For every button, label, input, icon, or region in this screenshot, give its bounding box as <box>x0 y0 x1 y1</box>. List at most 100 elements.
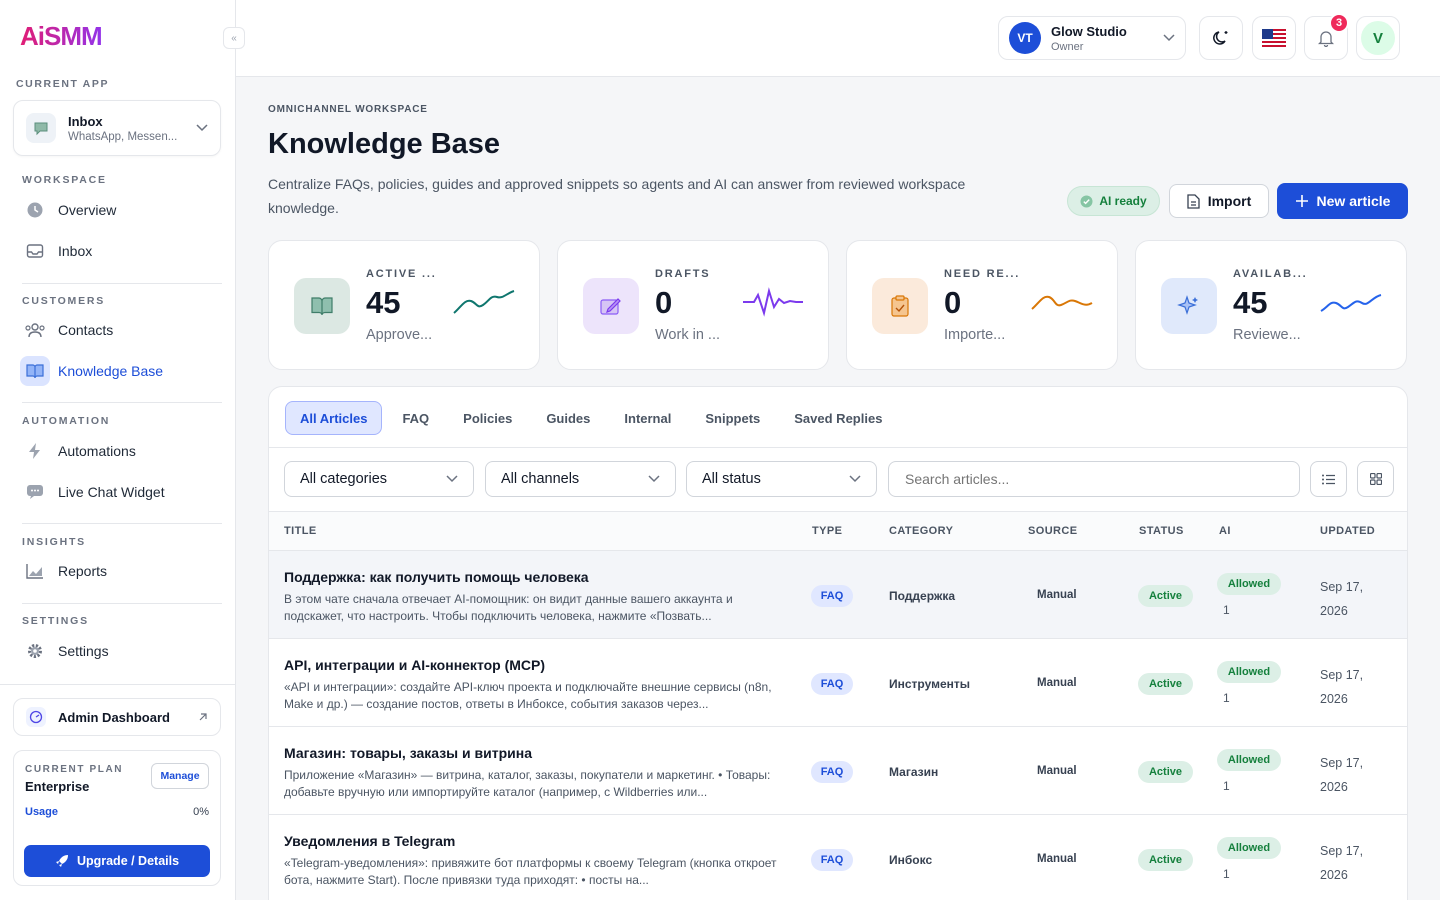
ai-count: 1 <box>1223 603 1230 617</box>
admin-dashboard-link[interactable]: Admin Dashboard <box>13 698 221 736</box>
notifications-button[interactable]: 3 <box>1304 13 1349 60</box>
sparkline <box>1031 295 1093 310</box>
article-category: Магазин <box>889 765 939 779</box>
users-icon <box>20 315 50 345</box>
ai-count: 1 <box>1223 867 1230 881</box>
rocket-icon <box>55 854 69 868</box>
divider <box>22 402 222 403</box>
divider <box>269 447 1407 448</box>
tab-policies[interactable]: Policies <box>449 401 526 435</box>
column-header-category[interactable]: CATEGORY <box>889 525 953 537</box>
divider <box>22 283 222 284</box>
plan-label: CURRENT PLAN <box>25 764 124 775</box>
sidebar-item-live-chat-widget[interactable]: Live Chat Widget <box>20 476 220 508</box>
status-filter-value: All status <box>702 471 761 487</box>
section-settings-label: SETTINGS <box>22 615 89 627</box>
ai-badge: Allowed <box>1217 837 1281 859</box>
tab-all-articles[interactable]: All Articles <box>285 401 383 435</box>
list-view-button[interactable] <box>1310 461 1347 497</box>
sidebar-item-label: Settings <box>58 643 109 659</box>
table-row[interactable]: Уведомления в Telegram «Telegram-уведомл… <box>269 815 1407 900</box>
article-title[interactable]: Магазин: товары, заказы и витрина <box>284 745 532 761</box>
column-header-title[interactable]: TITLE <box>284 525 317 537</box>
sidebar-item-contacts[interactable]: Contacts <box>20 314 220 346</box>
page-description: Centralize FAQs, policies, guides and ap… <box>268 176 966 216</box>
column-header-ai[interactable]: AI <box>1219 525 1231 537</box>
ai-ready-label: AI ready <box>1099 194 1147 208</box>
upgrade-button[interactable]: Upgrade / Details <box>24 845 210 877</box>
language-button[interactable] <box>1252 16 1296 60</box>
table-row[interactable]: API, интеграции и AI-коннектор (MCP) «AP… <box>269 639 1407 727</box>
table-header: TITLE TYPE CATEGORY SOURCE STATUS AI UPD… <box>269 511 1407 551</box>
tab-internal[interactable]: Internal <box>610 401 685 435</box>
stat-label: ACTIVE ... <box>366 268 437 280</box>
search-input[interactable] <box>888 461 1300 497</box>
sidebar-item-overview[interactable]: Overview <box>20 194 220 226</box>
sidebar-item-label: Reports <box>58 563 108 579</box>
theme-toggle-button[interactable] <box>1199 16 1243 60</box>
sidebar-item-knowledge-base[interactable]: Knowledge Base <box>20 355 220 387</box>
file-icon <box>1187 193 1200 209</box>
stat-label: AVAILAB... <box>1233 268 1308 280</box>
ai-ready-badge: AI ready <box>1067 186 1160 216</box>
table-row[interactable]: Магазин: товары, заказы и витрина Прилож… <box>269 727 1407 815</box>
brand-logo[interactable]: AiSMM <box>20 20 103 52</box>
article-title[interactable]: API, интеграции и AI-коннектор (MCP) <box>284 657 545 673</box>
status-badge: Active <box>1138 761 1193 783</box>
column-header-updated[interactable]: UPDATED <box>1320 525 1375 537</box>
tab-snippets[interactable]: Snippets <box>691 401 774 435</box>
table-row[interactable]: Поддержка: как получить помощь человека … <box>269 551 1407 639</box>
article-title[interactable]: Уведомления в Telegram <box>284 833 455 849</box>
sparkline <box>453 290 515 314</box>
article-updated: Sep 17, 2026 <box>1320 756 1364 794</box>
tab-saved-replies[interactable]: Saved Replies <box>780 401 896 435</box>
tab-faq[interactable]: FAQ <box>388 401 443 435</box>
divider <box>0 684 236 685</box>
dashboard-icon <box>26 707 46 727</box>
sidebar-item-automations[interactable]: Automations <box>20 435 220 467</box>
article-excerpt: «API и интеграции»: создайте API-ключ пр… <box>284 680 772 711</box>
category-filter-value: All categories <box>300 471 388 487</box>
column-header-status[interactable]: STATUS <box>1139 525 1184 537</box>
usage-value: 0% <box>193 806 209 818</box>
article-tabs: All Articles FAQ Policies Guides Interna… <box>285 401 902 435</box>
grid-view-button[interactable] <box>1357 461 1394 497</box>
us-flag-icon <box>1262 29 1286 47</box>
sidebar-item-inbox[interactable]: Inbox <box>20 235 220 267</box>
stat-subtitle: Work in ... <box>655 327 720 343</box>
new-article-label: New article <box>1316 193 1391 209</box>
import-button[interactable]: Import <box>1169 184 1269 218</box>
category-filter[interactable]: All categories <box>284 461 474 497</box>
sidebar-item-settings[interactable]: Settings <box>20 635 220 667</box>
external-arrow-icon <box>198 710 208 725</box>
article-category: Поддержка <box>889 589 956 603</box>
clipboard-icon <box>872 278 928 334</box>
section-insights-label: INSIGHTS <box>22 536 86 548</box>
divider <box>22 523 222 524</box>
type-badge: FAQ <box>811 585 853 607</box>
topbar: VT Glow Studio Owner 3 V <box>236 0 1440 77</box>
manage-plan-button[interactable]: Manage <box>151 763 209 789</box>
workspace-switcher[interactable]: VT Glow Studio Owner <box>998 16 1186 60</box>
article-title[interactable]: Поддержка: как получить помощь человека <box>284 569 589 585</box>
column-header-source[interactable]: SOURCE <box>1028 525 1077 537</box>
book-icon <box>20 356 50 386</box>
type-badge: FAQ <box>811 849 853 871</box>
bell-icon <box>1318 29 1334 47</box>
sidebar-item-reports[interactable]: Reports <box>20 555 220 587</box>
ai-count: 1 <box>1223 691 1230 705</box>
status-filter[interactable]: All status <box>686 461 877 497</box>
article-excerpt: «Telegram-уведомления»: привяжите бот пл… <box>284 856 777 887</box>
collapse-sidebar-button[interactable]: « <box>223 27 245 49</box>
user-menu-button[interactable]: V <box>1356 16 1400 60</box>
chart-icon <box>20 556 50 586</box>
column-header-type[interactable]: TYPE <box>812 525 842 537</box>
sidebar: AiSMM CURRENT APP Inbox WhatsApp, Messen… <box>0 0 236 900</box>
ai-badge: Allowed <box>1217 749 1281 771</box>
notifications-badge: 3 <box>1329 13 1349 33</box>
clock-icon <box>20 195 50 225</box>
tab-guides[interactable]: Guides <box>532 401 604 435</box>
new-article-button[interactable]: New article <box>1277 183 1408 219</box>
current-app-select[interactable]: Inbox WhatsApp, Messen... <box>13 100 221 156</box>
channel-filter[interactable]: All channels <box>485 461 676 497</box>
